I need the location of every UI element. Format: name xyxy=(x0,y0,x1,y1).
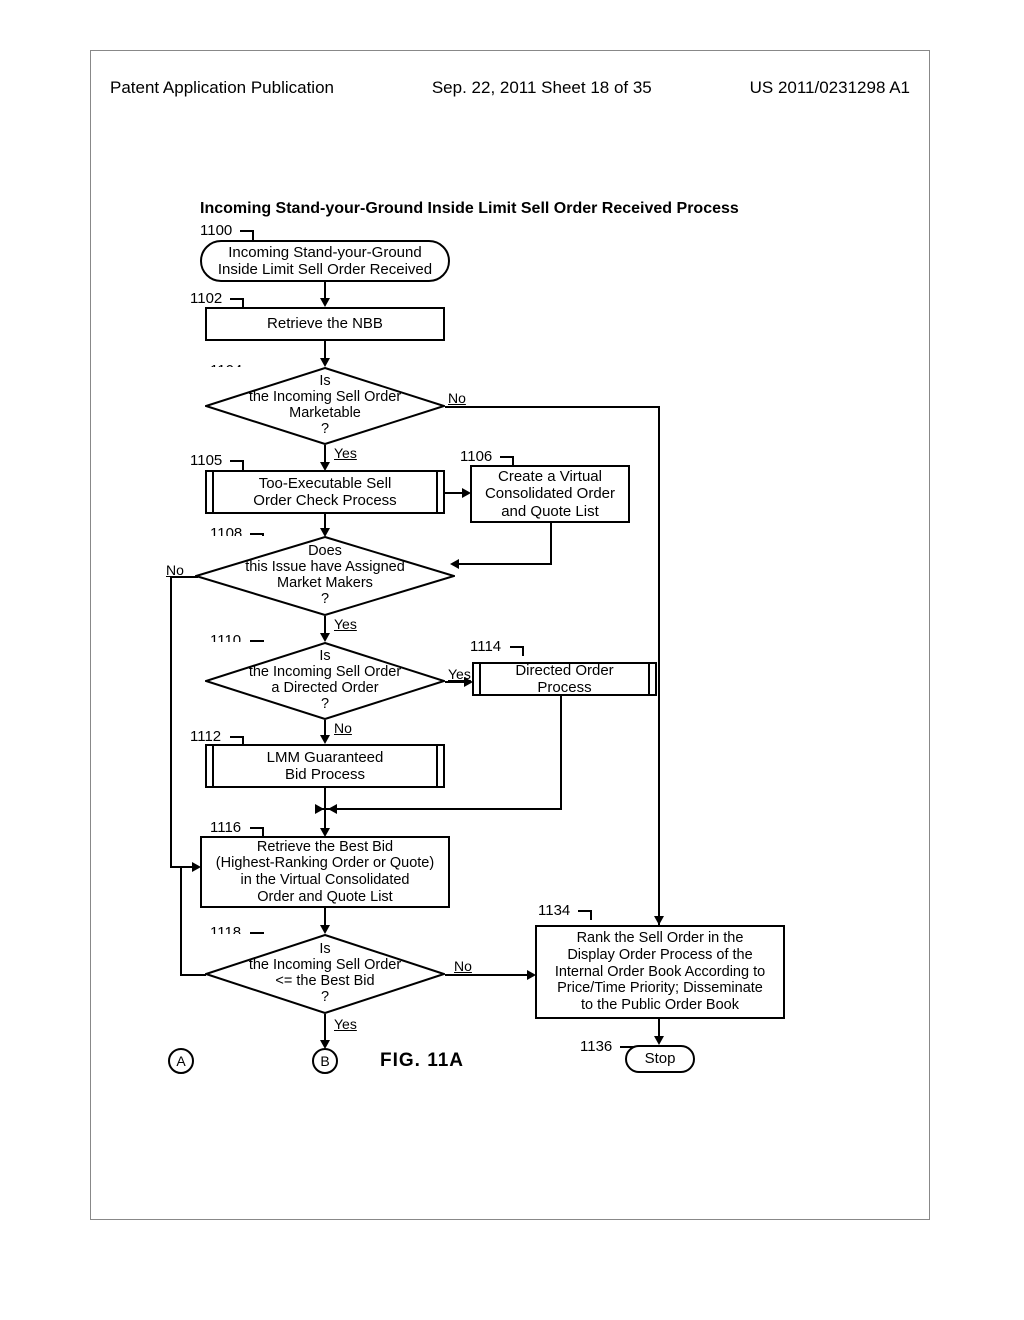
branch-yes: Yes xyxy=(334,1016,357,1032)
node-1108: Doesthis Issue have AssignedMarket Maker… xyxy=(195,536,455,616)
connector-b: B xyxy=(312,1048,338,1074)
ref-1105: 1105 xyxy=(190,452,222,469)
node-1105: Too-Executable SellOrder Check Process xyxy=(205,470,445,514)
ref-1102: 1102 xyxy=(190,290,222,307)
node-1102: Retrieve the NBB xyxy=(205,307,445,341)
ref-1100: 1100 xyxy=(200,222,232,239)
node-1118: Isthe Incoming Sell Order<= the Best Bid… xyxy=(205,934,445,1014)
branch-no: No xyxy=(454,958,472,974)
branch-no: No xyxy=(448,390,466,406)
header-left: Patent Application Publication xyxy=(110,78,334,98)
node-start: Incoming Stand-your-GroundInside Limit S… xyxy=(200,240,450,282)
ref-1116: 1116 xyxy=(210,819,241,836)
node-1104: Isthe Incoming Sell OrderMarketable? xyxy=(205,367,445,445)
node-1114: Directed Order Process xyxy=(472,662,657,696)
node-1134: Rank the Sell Order in theDisplay Order … xyxy=(535,925,785,1019)
header-center: Sep. 22, 2011 Sheet 18 of 35 xyxy=(432,78,652,98)
node-1112: LMM GuaranteedBid Process xyxy=(205,744,445,788)
ref-1114: 1114 xyxy=(470,638,501,655)
diagram-title: Incoming Stand-your-Ground Inside Limit … xyxy=(200,200,739,218)
ref-1112: 1112 xyxy=(190,728,221,745)
ref-1106: 1106 xyxy=(460,448,492,465)
ref-1134: 1134 xyxy=(538,902,570,919)
branch-yes: Yes xyxy=(334,445,357,461)
page-header: Patent Application Publication Sep. 22, … xyxy=(110,78,910,98)
ref-1136: 1136 xyxy=(580,1038,612,1055)
figure-label: FIG. 11A xyxy=(380,1050,464,1072)
branch-yes: Yes xyxy=(334,616,357,632)
flowchart: Incoming Stand-your-Ground Inside Limit … xyxy=(160,200,880,1190)
node-1110: Isthe Incoming Sell Ordera Directed Orde… xyxy=(205,642,445,720)
header-right: US 2011/0231298 A1 xyxy=(750,78,910,98)
node-stop: Stop xyxy=(625,1045,695,1073)
connector-a: A xyxy=(168,1048,194,1074)
node-1106: Create a VirtualConsolidated Orderand Qu… xyxy=(470,465,630,523)
branch-no: No xyxy=(334,720,352,736)
node-1116: Retrieve the Best Bid(Highest-Ranking Or… xyxy=(200,836,450,908)
